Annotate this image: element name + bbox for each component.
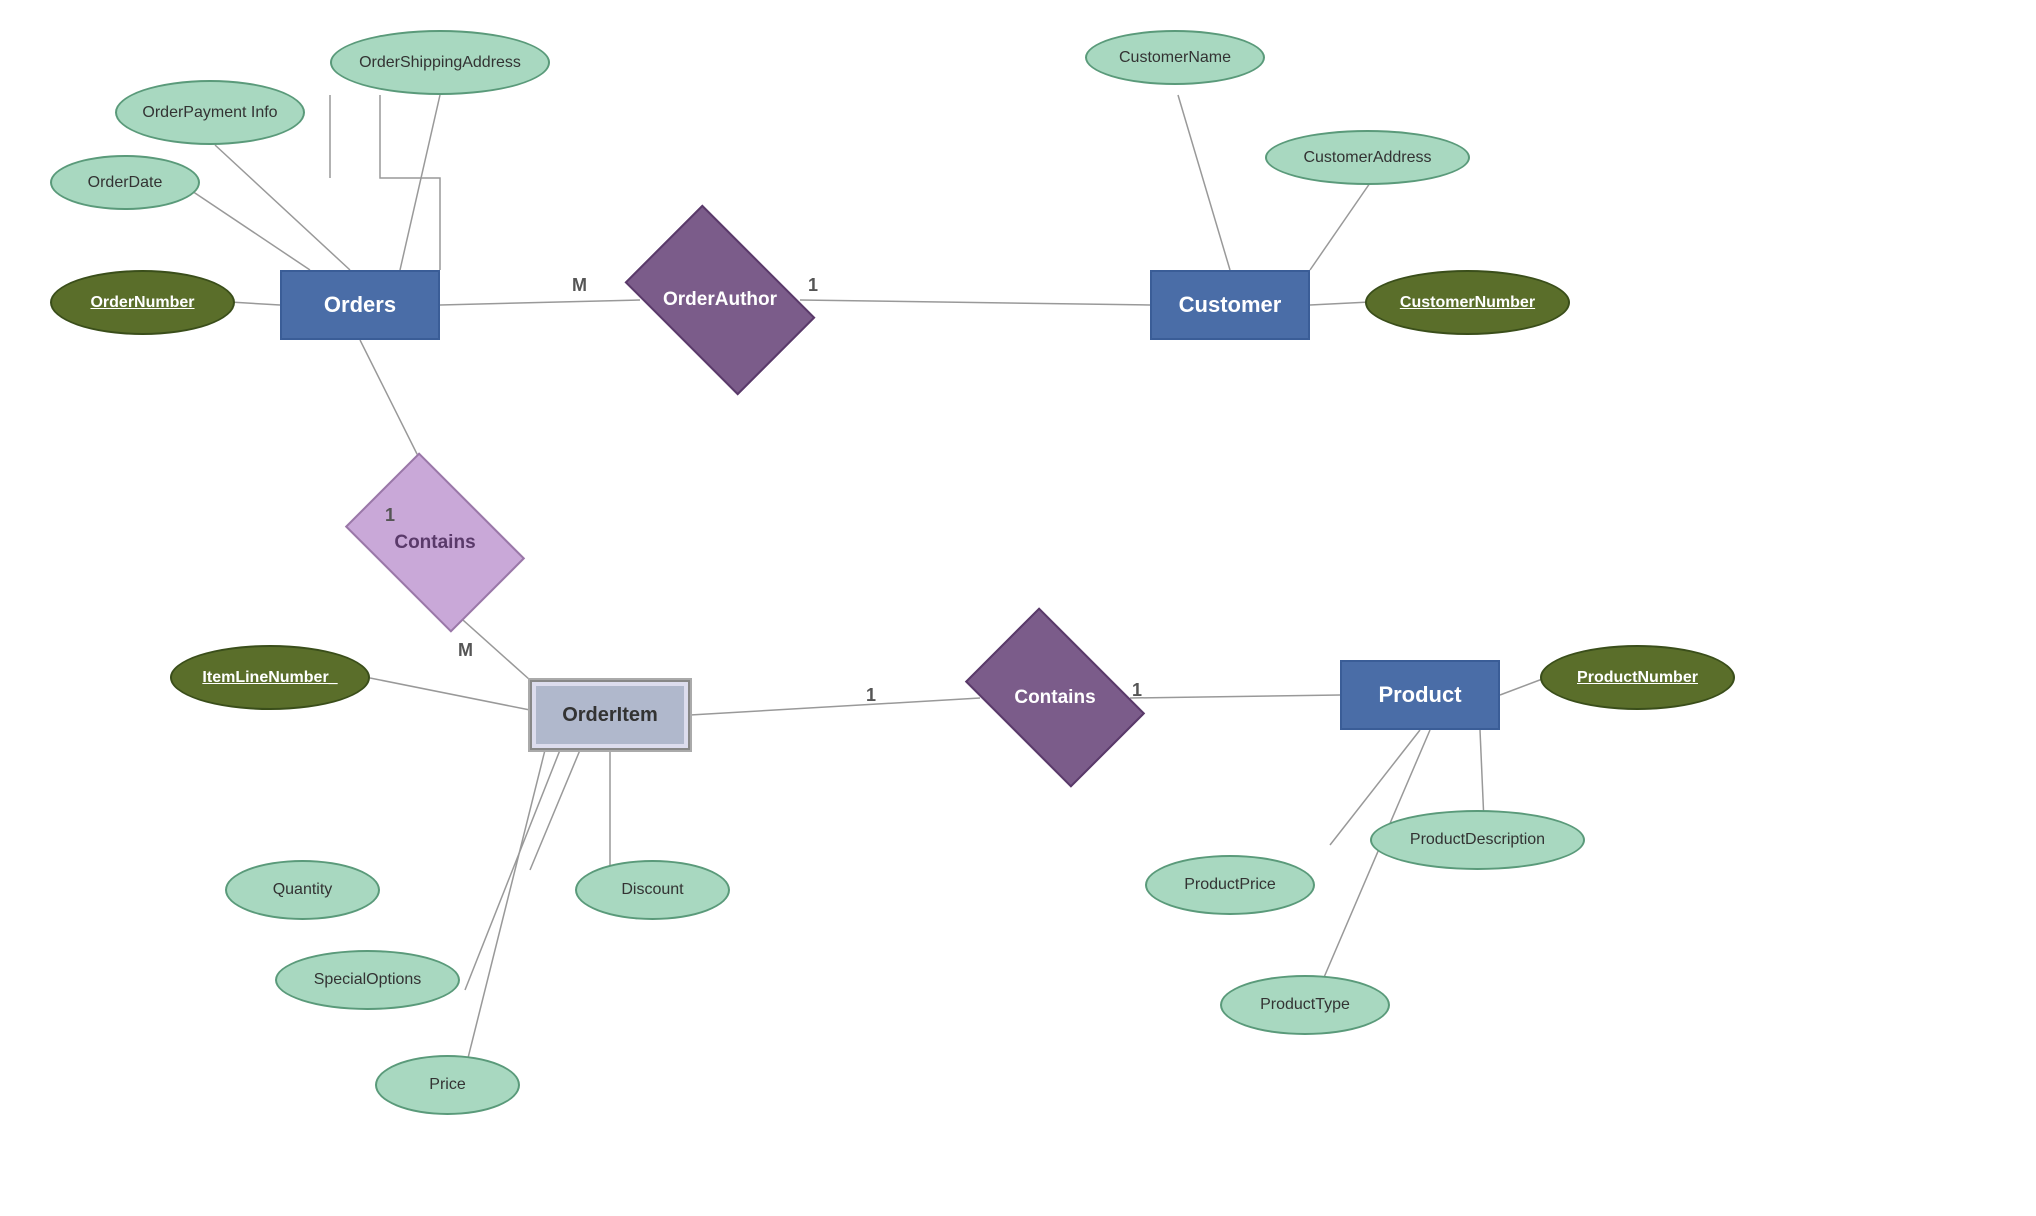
attr-specialoptions: SpecialOptions [275, 950, 460, 1010]
entity-orders: Orders [280, 270, 440, 340]
attr-orderpaymentinfo: OrderPayment Info [115, 80, 305, 145]
attr-customername: CustomerName [1085, 30, 1265, 85]
cardinality-m-orderauthor: M [572, 275, 587, 296]
attr-quantity: Quantity [225, 860, 380, 920]
entity-customer: Customer [1150, 270, 1310, 340]
attr-producttype: ProductType [1220, 975, 1390, 1035]
attr-itemlinenumber: ItemLineNumber_ [170, 645, 370, 710]
entity-orderitem: OrderItem [530, 680, 690, 750]
cardinality-1-orderauthor: 1 [808, 275, 818, 296]
connection-lines [0, 0, 2036, 1216]
attr-orderdate: OrderDate [50, 155, 200, 210]
attr-productnumber: ProductNumber [1540, 645, 1735, 710]
attr-ordershippingaddress: OrderShippingAddress [330, 30, 550, 95]
cardinality-m-contains1-bottom: M [458, 640, 473, 661]
cardinality-1-contains2-left: 1 [866, 685, 876, 706]
attr-price: Price [375, 1055, 520, 1115]
attr-customeraddress: CustomerAddress [1265, 130, 1470, 185]
attr-productprice: ProductPrice [1145, 855, 1315, 915]
relationship-orderauthor: OrderAuthor [640, 245, 800, 355]
cardinality-1-contains2-right: 1 [1132, 680, 1142, 701]
attr-ordernumber: OrderNumber [50, 270, 235, 335]
cardinality-1-contains1-top: 1 [385, 505, 395, 526]
attr-customernumber: CustomerNumber [1365, 270, 1570, 335]
relationship-contains1: Contains [360, 490, 510, 595]
relationship-contains2: Contains [980, 645, 1130, 750]
attr-discount: Discount [575, 860, 730, 920]
er-diagram: Orders Customer OrderItem Product OrderA… [0, 0, 2036, 1216]
attr-productdescription: ProductDescription [1370, 810, 1585, 870]
entity-product: Product [1340, 660, 1500, 730]
